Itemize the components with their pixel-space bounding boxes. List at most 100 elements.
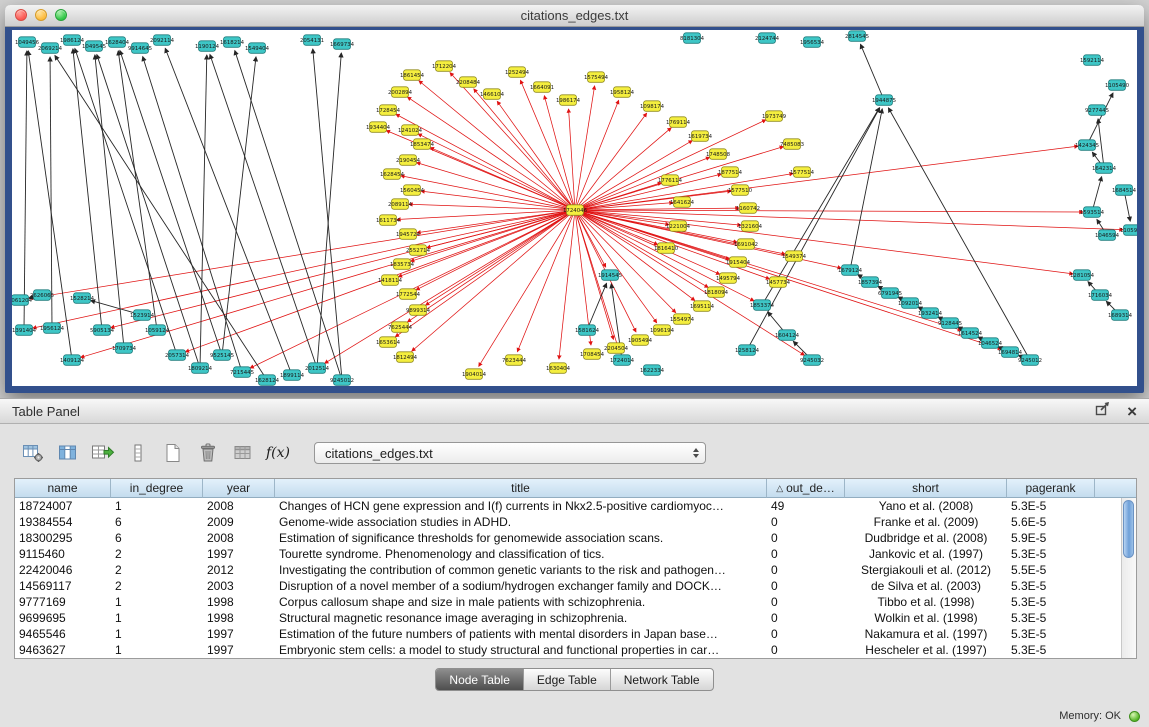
network-node[interactable]: 1622334 bbox=[640, 365, 665, 376]
network-node[interactable]: 1986124 bbox=[60, 35, 85, 46]
table-cell[interactable]: 9115460 bbox=[15, 546, 111, 562]
network-node[interactable]: 1716034 bbox=[1088, 290, 1113, 301]
network-edge[interactable] bbox=[73, 49, 102, 330]
table-cell[interactable]: 6 bbox=[111, 514, 203, 530]
network-node[interactable]: 1391404 bbox=[12, 325, 37, 336]
table-cell[interactable]: Wolkin et al. (1998) bbox=[845, 610, 1007, 626]
table-cell[interactable]: 14569117 bbox=[15, 578, 111, 594]
zoom-window-button[interactable] bbox=[55, 9, 67, 21]
table-row[interactable]: 1872400712008Changes of HCN gene express… bbox=[15, 498, 1136, 514]
table-mode-icon[interactable] bbox=[230, 440, 256, 466]
network-node[interactable]: 1105490 bbox=[1105, 80, 1130, 91]
network-edge[interactable] bbox=[575, 86, 595, 210]
table-cell[interactable]: 0 bbox=[767, 546, 845, 562]
table-cell[interactable]: 5.3E-5 bbox=[1007, 626, 1095, 642]
network-node[interactable]: 1728454 bbox=[376, 105, 401, 116]
network-node[interactable]: 6791945 bbox=[878, 288, 902, 299]
network-edge[interactable] bbox=[747, 108, 880, 350]
table-row[interactable]: 977716911998Corpus callosum shape and si… bbox=[15, 594, 1136, 610]
network-node[interactable]: 1653614 bbox=[376, 337, 401, 348]
table-cell[interactable]: 0 bbox=[767, 578, 845, 594]
network-edge[interactable] bbox=[396, 114, 575, 210]
network-node[interactable]: 1684514 bbox=[1112, 185, 1137, 196]
network-node[interactable]: 2089114 bbox=[388, 199, 413, 210]
table-cell[interactable]: Estimation of significance thresholds fo… bbox=[275, 530, 767, 546]
network-node[interactable]: 9525145 bbox=[210, 350, 234, 361]
tab-network-table[interactable]: Network Table bbox=[611, 669, 713, 690]
table-cell[interactable]: 2009 bbox=[203, 514, 275, 530]
row-height-icon[interactable] bbox=[125, 440, 151, 466]
table-cell[interactable]: 1997 bbox=[203, 626, 275, 642]
network-node[interactable]: 1853374 bbox=[750, 300, 775, 311]
table-cell[interactable]: 9699695 bbox=[15, 610, 111, 626]
network-node[interactable]: 9914645 bbox=[128, 43, 152, 54]
table-row[interactable]: 1830029562008Estimation of significance … bbox=[15, 530, 1136, 546]
network-selector[interactable]: citations_edges.txt bbox=[314, 442, 706, 464]
network-edge[interactable] bbox=[118, 51, 157, 330]
network-node[interactable]: 5905134 bbox=[90, 325, 115, 336]
close-panel-icon[interactable]: × bbox=[1127, 403, 1137, 420]
table-cell[interactable]: Tourette syndrome. Phenomenology and cla… bbox=[275, 546, 767, 562]
network-node[interactable]: 1628124 bbox=[255, 375, 280, 386]
network-node[interactable]: 1577510 bbox=[728, 185, 753, 196]
network-edge[interactable] bbox=[426, 210, 575, 305]
network-node[interactable]: 1664091 bbox=[530, 82, 554, 93]
network-node[interactable]: 1857394 bbox=[858, 277, 883, 288]
table-cell[interactable]: 22420046 bbox=[15, 562, 111, 578]
network-node[interactable]: 1049545 bbox=[82, 41, 106, 52]
network-edge[interactable] bbox=[517, 210, 575, 352]
network-node[interactable]: 1932414 bbox=[918, 308, 943, 319]
network-edge[interactable] bbox=[888, 108, 1030, 360]
network-node[interactable]: 1575494 bbox=[584, 72, 609, 83]
table-cell[interactable]: Hescheler et al. (1997) bbox=[845, 642, 1007, 658]
network-node[interactable]: 1769114 bbox=[666, 117, 691, 128]
table-row[interactable]: 2242004622012Investigating the contribut… bbox=[15, 562, 1136, 578]
network-node[interactable]: 2012514 bbox=[305, 363, 330, 374]
table-cell[interactable]: Genome-wide association studies in ADHD. bbox=[275, 514, 767, 530]
table-cell[interactable]: 1997 bbox=[203, 546, 275, 562]
table-cell[interactable]: 2 bbox=[111, 546, 203, 562]
network-node[interactable]: 9245012 bbox=[330, 375, 354, 386]
table-cell[interactable]: 0 bbox=[767, 626, 845, 642]
network-node[interactable]: 1409124 bbox=[60, 355, 85, 366]
network-node[interactable]: 1973749 bbox=[762, 111, 787, 122]
column-header-short[interactable]: short bbox=[845, 479, 1007, 498]
network-node[interactable]: 1809214 bbox=[188, 363, 213, 374]
network-node[interactable]: 1986174 bbox=[556, 95, 581, 106]
network-node[interactable]: 1630404 bbox=[546, 363, 571, 374]
table-cell[interactable]: 5.3E-5 bbox=[1007, 642, 1095, 658]
network-node[interactable]: 1523914 bbox=[130, 310, 155, 321]
network-edge[interactable] bbox=[575, 100, 619, 210]
network-edge[interactable] bbox=[575, 120, 766, 210]
network-node[interactable]: 1096194 bbox=[650, 325, 675, 336]
network-node[interactable]: 1592114 bbox=[1080, 55, 1105, 66]
window-titlebar[interactable]: citations_edges.txt bbox=[5, 5, 1144, 27]
network-node[interactable]: 2204504 bbox=[604, 343, 629, 354]
network-node[interactable]: 9277445 bbox=[1085, 105, 1109, 116]
table-cell[interactable]: 1997 bbox=[203, 642, 275, 658]
network-edge[interactable] bbox=[407, 210, 575, 322]
network-canvas[interactable]: 1724046186145420028941728454193440412410… bbox=[12, 30, 1137, 386]
network-node[interactable]: 1956534 bbox=[800, 37, 825, 48]
vertical-scrollbar[interactable] bbox=[1121, 498, 1136, 658]
network-node[interactable]: 2190454 bbox=[396, 155, 421, 166]
table-cell[interactable]: 2 bbox=[111, 578, 203, 594]
network-node[interactable]: 1618214 bbox=[220, 37, 245, 48]
network-edge[interactable] bbox=[575, 146, 1078, 210]
network-node[interactable]: 1321604 bbox=[738, 221, 763, 232]
network-node[interactable]: 8181304 bbox=[680, 33, 705, 44]
network-node[interactable]: 1466104 bbox=[480, 89, 505, 100]
network-node[interactable]: 1712204 bbox=[432, 61, 457, 72]
network-node[interactable]: 1944875 bbox=[872, 95, 896, 106]
network-node[interactable]: 1708454 bbox=[580, 349, 605, 360]
scrollbar-thumb[interactable] bbox=[1123, 500, 1134, 558]
network-node[interactable]: 1958124 bbox=[610, 87, 635, 98]
network-node[interactable]: 1281054 bbox=[1070, 270, 1095, 281]
network-node[interactable]: 2061204 bbox=[12, 295, 33, 306]
table-cell[interactable]: 2008 bbox=[203, 498, 275, 514]
table-cell[interactable]: Stergiakouli et al. (2012) bbox=[845, 562, 1007, 578]
network-node[interactable]: 1724014 bbox=[610, 355, 635, 366]
network-node[interactable]: 1560454 bbox=[400, 185, 425, 196]
table-cell[interactable]: Estimation of the future numbers of pati… bbox=[275, 626, 767, 642]
network-node[interactable]: 1495794 bbox=[716, 273, 741, 284]
